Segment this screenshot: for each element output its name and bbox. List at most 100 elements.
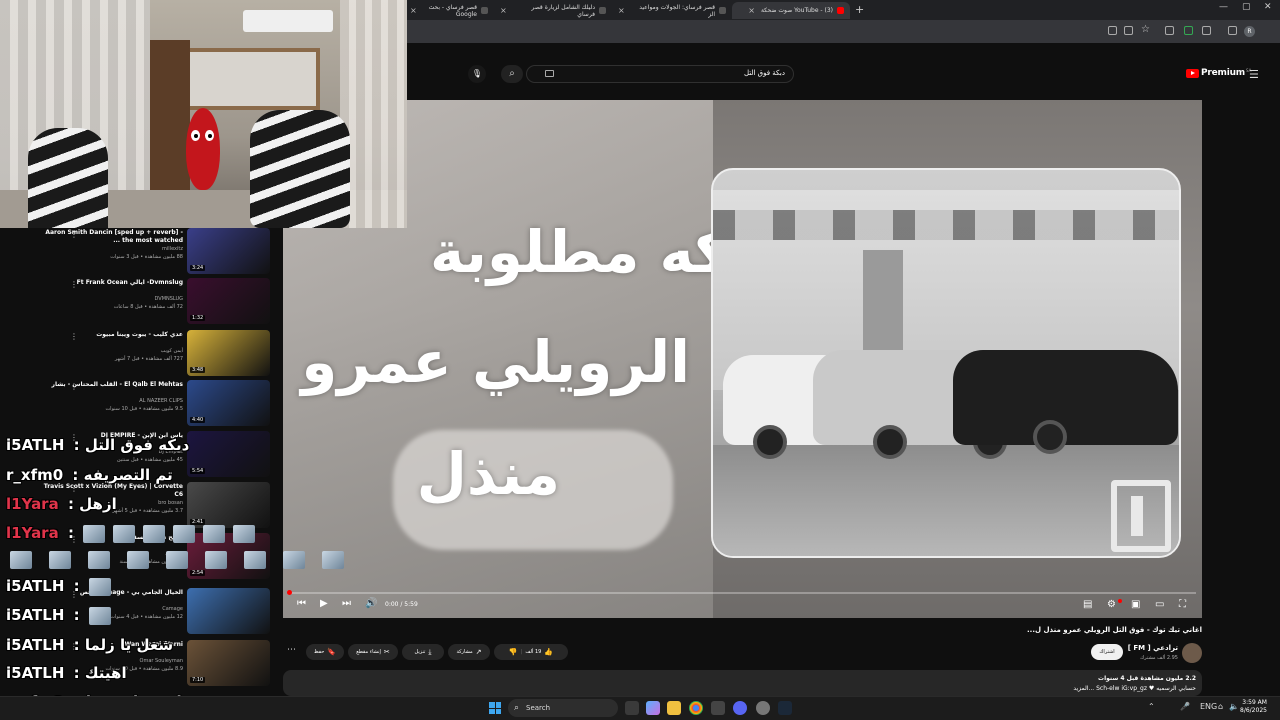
recommendation-item[interactable]: Travis Scott x Vizion (My Eyes) | Corvet… bbox=[0, 482, 283, 532]
cast-icon[interactable] bbox=[1108, 26, 1117, 35]
taskbar-clock[interactable]: 3:59 AM 8/6/2025 bbox=[1240, 699, 1267, 715]
file-explorer-icon[interactable] bbox=[667, 701, 681, 715]
store-icon[interactable] bbox=[711, 701, 725, 715]
recommendation-item[interactable]: صالح تي - مالسقني صالح تي 1.2 مليون مشاهدة… bbox=[0, 533, 283, 583]
recommendation-meta: 12 مليون مشاهدة • قبل 4 سنوات bbox=[110, 614, 183, 620]
close-tab-icon[interactable]: × bbox=[500, 6, 507, 15]
tab-versailles-tours[interactable]: قصر فرساي: الجولات ومواعيد الز × bbox=[612, 2, 732, 19]
more-options-icon[interactable]: ⋮ bbox=[70, 433, 78, 442]
mic-tray-icon[interactable]: 🎤 bbox=[1180, 702, 1190, 711]
clip-button[interactable]: ✂ إنشاء مقطع bbox=[348, 644, 398, 660]
tab-versailles-guide[interactable]: دليلك الشامل لزيارة قصر فرساي × bbox=[494, 2, 612, 19]
like-icon[interactable]: 👍 bbox=[544, 648, 553, 656]
settings-gear-icon[interactable]: ⚙ bbox=[1107, 599, 1116, 610]
windows-start-icon[interactable] bbox=[489, 702, 501, 714]
recommendation-title[interactable]: صالح تي - مالسقني bbox=[43, 534, 183, 542]
task-view-icon[interactable] bbox=[625, 701, 639, 715]
whiteboard bbox=[185, 48, 320, 110]
more-options-icon[interactable]: ⋮ bbox=[70, 642, 78, 651]
new-tab-button[interactable]: + bbox=[855, 3, 864, 16]
duration-badge: 2:54 bbox=[190, 570, 206, 576]
video-overlay-text-line2: الرويلي عمرو bbox=[301, 328, 690, 396]
search-icon[interactable]: ⌕ bbox=[501, 65, 523, 83]
extension-green-icon[interactable] bbox=[1184, 26, 1193, 35]
more-options-icon[interactable]: ⋮ bbox=[70, 332, 78, 341]
next-icon[interactable]: ⏭ bbox=[342, 598, 351, 609]
download-button[interactable]: ⤓ تنزيل bbox=[402, 644, 444, 660]
extension-icon[interactable] bbox=[1165, 26, 1174, 35]
save-button[interactable]: 🔖 حفظ bbox=[306, 644, 344, 660]
subtitles-icon[interactable]: ▤ bbox=[1083, 599, 1092, 610]
recommendation-title[interactable]: Wan Warni Warni bbox=[43, 641, 183, 649]
duration-badge: 5:54 bbox=[190, 468, 206, 474]
recommendation-title[interactable]: ياس ابن الإبن - DJ EMPIRE bbox=[43, 432, 183, 440]
recommendation-title[interactable]: عدي كليب - يبوت ويبنا مبيوت bbox=[43, 331, 183, 339]
progress-bar[interactable] bbox=[289, 592, 1196, 594]
share-button[interactable]: ↗ مشاركة bbox=[448, 644, 490, 660]
tab-google-search[interactable]: قصر فرساي - بحث Google × bbox=[404, 2, 494, 19]
menu-icon[interactable]: ☰ bbox=[1249, 68, 1259, 81]
recommendation-title[interactable]: Aaron Smith Dancin [sped up + reverb] - … bbox=[43, 229, 183, 245]
taskbar-search[interactable]: Search bbox=[508, 699, 618, 717]
recommendation-item[interactable]: Wan Warni Warni Omar Souleyman 8.9 مليون م… bbox=[0, 640, 283, 690]
theater-mode-icon[interactable]: ▭ bbox=[1155, 599, 1164, 610]
keyboard-icon[interactable] bbox=[545, 70, 554, 77]
more-options-icon[interactable]: ⋮ bbox=[70, 280, 78, 289]
more-options-icon[interactable]: ⋮ bbox=[70, 484, 78, 493]
recommendation-item[interactable]: الخيال الجامي بي - Camage رقص Camage 12 مل… bbox=[0, 588, 283, 638]
dislike-icon[interactable]: 👎 bbox=[509, 648, 518, 656]
more-options-icon[interactable]: ⋮ bbox=[70, 230, 78, 239]
recommendation-item[interactable]: Aaron Smith Dancin [sped up + reverb] - … bbox=[0, 228, 283, 278]
recommendation-title[interactable]: Travis Scott x Vizion (My Eyes) | Corvet… bbox=[43, 483, 183, 499]
copilot-icon[interactable] bbox=[646, 701, 660, 715]
close-window-icon[interactable]: ✕ bbox=[1264, 2, 1272, 12]
recommendation-title[interactable]: Dvmnslug- ايالي Ft Frank Ocean bbox=[43, 279, 183, 287]
tab-youtube[interactable]: YouTube - (3) صوت ضحكة × bbox=[732, 2, 850, 19]
language-indicator[interactable]: ENG bbox=[1200, 702, 1217, 711]
minimize-icon[interactable]: — bbox=[1219, 2, 1228, 12]
recommendation-item[interactable]: ياس ابن الإبن - DJ EMPIRE DJ Empire 45 ملي… bbox=[0, 431, 283, 481]
youtube-premium-logo[interactable]: Premium SA bbox=[1186, 68, 1251, 78]
recommendation-item[interactable]: El Qalb El Mehtas - القلب المحتاس - بشار… bbox=[0, 380, 283, 430]
close-tab-icon[interactable]: × bbox=[618, 6, 625, 15]
description-box[interactable] bbox=[283, 670, 1202, 696]
play-icon[interactable]: ▶ bbox=[320, 598, 328, 609]
more-actions-icon[interactable]: ⋯ bbox=[287, 645, 296, 655]
recommendation-item[interactable]: Dvmnslug- ايالي Ft Frank Ocean DVMNSLUG 72… bbox=[0, 278, 283, 328]
volume-icon[interactable]: 🔊 bbox=[365, 598, 377, 609]
recommendation-title[interactable]: الخيال الجامي بي - Camage رقص bbox=[43, 589, 183, 597]
recommendation-meta: 72 ألف مشاهدة • قبل 8 ساعات bbox=[113, 304, 183, 310]
subscribe-button[interactable]: اشتراك bbox=[1091, 644, 1123, 660]
translate-icon[interactable] bbox=[1124, 26, 1133, 35]
recommendation-channel: Omar Souleyman bbox=[139, 658, 183, 664]
steam-icon[interactable] bbox=[778, 701, 792, 715]
close-tab-icon[interactable]: × bbox=[748, 6, 755, 15]
extensions-puzzle-icon[interactable] bbox=[1202, 26, 1211, 35]
recommendation-meta: 45 مليون مشاهدة • قبل سنتين bbox=[116, 457, 183, 463]
chrome-icon[interactable] bbox=[689, 701, 703, 715]
recommendation-item[interactable]: عدي كليب - يبوت ويبنا مبيوت أيمن كويب 727 … bbox=[0, 330, 283, 380]
progress-scrubber[interactable] bbox=[287, 590, 292, 595]
more-options-icon[interactable]: ⋮ bbox=[70, 382, 78, 391]
maximize-icon[interactable]: ▢ bbox=[1242, 2, 1251, 12]
obs-icon[interactable] bbox=[756, 701, 770, 715]
bookmark-star-icon[interactable]: ☆ bbox=[1141, 24, 1150, 35]
voice-search-icon[interactable]: 🎙 bbox=[468, 65, 486, 83]
recommendation-title[interactable]: El Qalb El Mehtas - القلب المحتاس - بشار bbox=[43, 381, 183, 389]
fullscreen-icon[interactable]: ⛶ bbox=[1179, 599, 1186, 610]
tab-search-icon[interactable] bbox=[1228, 26, 1237, 35]
video-thumbnail[interactable] bbox=[187, 588, 270, 634]
channel-name[interactable]: ترادعي [ FM ] bbox=[1128, 644, 1178, 652]
volume-tray-icon[interactable]: 🔈 bbox=[1229, 702, 1239, 711]
previous-icon[interactable]: ⏮ bbox=[297, 598, 306, 609]
search-input[interactable]: دبكة فوق التل bbox=[526, 65, 794, 83]
more-options-icon[interactable]: ⋮ bbox=[70, 535, 78, 544]
more-options-icon[interactable]: ⋮ bbox=[70, 590, 78, 599]
profile-avatar-icon[interactable]: R bbox=[1244, 26, 1255, 37]
miniplayer-icon[interactable]: ▣ bbox=[1131, 599, 1140, 610]
tray-chevron-icon[interactable]: ⌃ bbox=[1148, 702, 1155, 711]
close-tab-icon[interactable]: × bbox=[410, 6, 417, 15]
network-icon[interactable]: ⌂ bbox=[1218, 702, 1223, 711]
channel-avatar[interactable] bbox=[1182, 643, 1202, 663]
discord-icon[interactable] bbox=[733, 701, 747, 715]
